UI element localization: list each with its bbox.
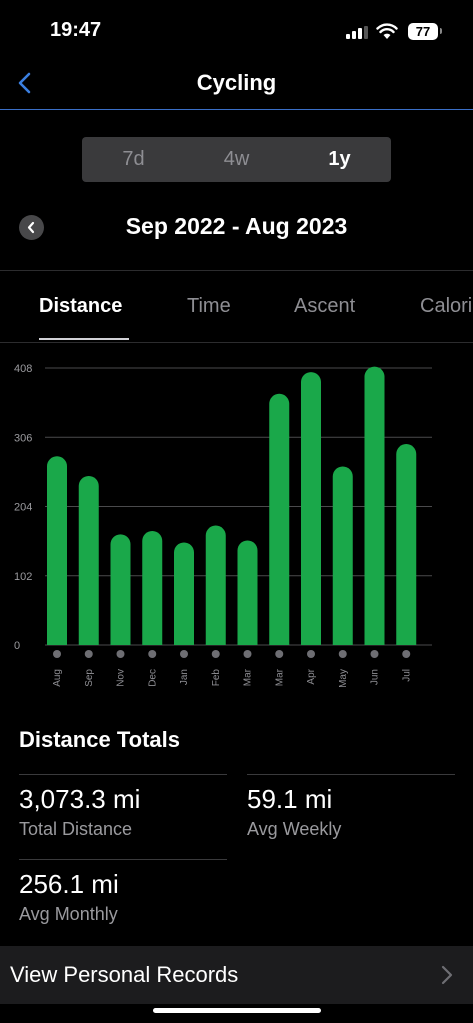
avg-weekly-value: 59.1 mi (247, 784, 333, 814)
tab-time[interactable]: Time (187, 295, 231, 318)
records-label: View Personal Records (10, 962, 239, 987)
x-tick-label: Mar (274, 668, 285, 686)
bar-dot (84, 650, 93, 658)
bar-dot (116, 650, 125, 658)
x-tick-label: Jul (401, 669, 412, 682)
battery-indicator: 77 (408, 23, 442, 40)
bar-dot (53, 650, 61, 658)
chart-bar[interactable] (364, 366, 385, 645)
tab-calories[interactable]: Calories (420, 295, 473, 318)
chart-bar[interactable] (174, 542, 194, 645)
totals-title: Distance Totals (19, 727, 180, 752)
period-row: Sep 2022 - Aug 2023 (0, 205, 473, 250)
total-distance-label: Total Distance (19, 819, 133, 839)
total-distance-value: 3,073.3 mi (19, 784, 141, 814)
x-tick-label: Nov (116, 669, 127, 687)
period-label: Sep 2022 - Aug 2023 (125, 213, 348, 239)
x-tick-label: Sep (84, 669, 95, 687)
range-1y[interactable]: 1y (288, 137, 391, 182)
avg-weekly-label: Avg Weekly (247, 819, 342, 839)
x-tick-label: Dec (147, 669, 158, 687)
chart-bar[interactable] (301, 372, 321, 645)
chart-bar[interactable] (396, 444, 417, 645)
bar-dot (243, 650, 252, 658)
bar-dot (211, 650, 220, 658)
wifi-icon (376, 23, 398, 39)
divider (19, 774, 227, 775)
x-tick-label: May (338, 669, 349, 688)
y-tick-label: 102 (14, 571, 32, 583)
tab-ascent[interactable]: Ascent (294, 295, 355, 318)
chart-bar[interactable] (332, 466, 353, 645)
cellular-signal-icon (346, 26, 368, 39)
chart-bar[interactable] (269, 393, 290, 645)
tab-distance[interactable]: Distance (39, 295, 122, 318)
avg-monthly-label: Avg Monthly (19, 904, 118, 924)
metric-tabs: Distance Time Ascent Calories (0, 271, 473, 343)
x-tick-label: Jan (179, 669, 190, 685)
bar-dot (307, 650, 315, 658)
range-4w[interactable]: 4w (185, 137, 288, 182)
x-tick-label: Aug (52, 669, 63, 687)
y-tick-label: 0 (14, 640, 20, 652)
range-selector: 7d 4w 1y (82, 137, 391, 182)
chart-bar[interactable] (237, 540, 258, 645)
status-time: 19:47 (50, 19, 102, 41)
view-personal-records-button[interactable]: View Personal Records (0, 946, 473, 1004)
divider (247, 774, 455, 775)
nav-bar: Cycling (0, 60, 473, 110)
y-tick-label: 204 (14, 502, 32, 514)
page-title: Cycling (196, 70, 277, 95)
bar-dot (370, 650, 379, 658)
bar-dot (180, 650, 188, 658)
bar-dot (275, 650, 284, 658)
bar-dot (402, 650, 411, 658)
distance-bar-chart: 0 102 204 306 408 Aug Sep Nov Dec Jan Feb Mar Mar Apr… (14, 363, 432, 688)
bar-dot (148, 650, 157, 658)
x-tick-label: Feb (211, 669, 222, 687)
divider (19, 859, 227, 860)
chevron-right-icon (441, 965, 453, 985)
chart-bar[interactable] (78, 475, 99, 645)
range-7d[interactable]: 7d (82, 137, 185, 182)
bar-dot (338, 650, 347, 658)
chart-bar[interactable] (142, 530, 163, 645)
avg-monthly-value: 256.1 mi (19, 869, 119, 899)
y-tick-label: 306 (14, 432, 32, 444)
status-bar: 19:47 77 (0, 0, 473, 60)
home-indicator (153, 1008, 321, 1013)
x-tick-label: Mar (243, 668, 254, 686)
x-tick-label: Jun (370, 669, 381, 685)
chart-bar[interactable] (205, 525, 226, 645)
chart-bar[interactable] (110, 534, 131, 645)
x-tick-label: Apr (306, 668, 317, 684)
tab-underline (39, 338, 129, 340)
y-tick-label: 408 (14, 363, 32, 375)
chart-bar[interactable] (47, 456, 67, 645)
